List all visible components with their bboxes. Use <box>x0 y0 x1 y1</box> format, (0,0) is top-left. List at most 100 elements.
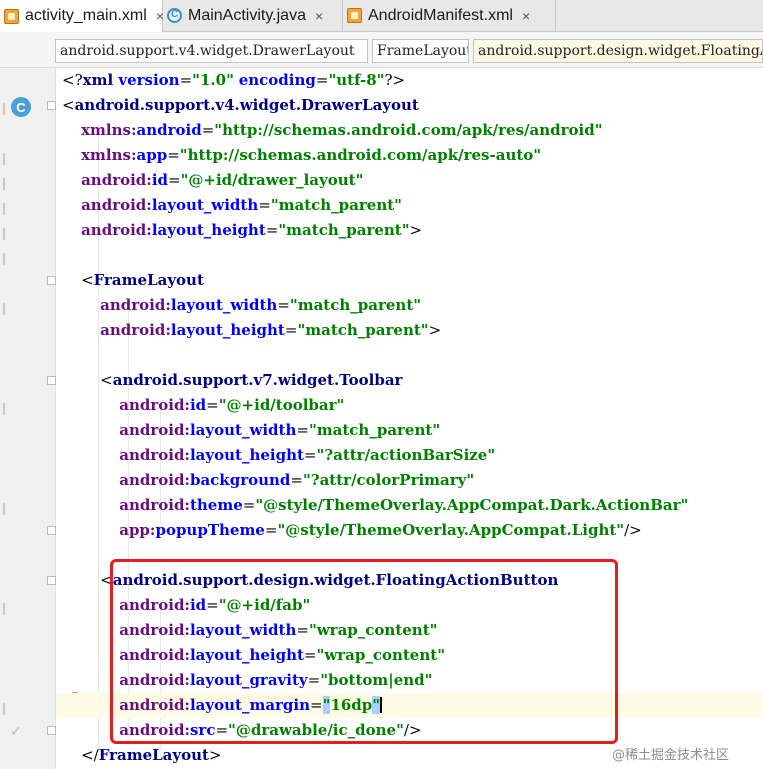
gutter-mark <box>3 703 5 715</box>
fold-marker[interactable] <box>47 526 56 535</box>
code-token-val: "@style/ThemeOverlay.AppCompat.Light" <box>277 521 625 539</box>
code-line[interactable] <box>56 343 62 368</box>
code-line[interactable]: android:layout_width="match_parent" <box>56 293 421 318</box>
code-token-pun: </ <box>62 746 99 764</box>
code-line[interactable]: android:background="?attr/colorPrimary" <box>56 468 474 493</box>
code-token-pun: < <box>62 371 113 389</box>
code-line[interactable]: </FrameLayout> <box>56 743 222 768</box>
code-line[interactable]: android:id="@+id/drawer_layout" <box>56 168 363 193</box>
code-line[interactable]: android:layout_height="match_parent"> <box>56 318 441 343</box>
java-class-icon <box>167 8 182 23</box>
code-line[interactable] <box>56 243 62 268</box>
code-token-tag: FrameLayout <box>93 271 204 289</box>
code-token-attr: layout_width <box>151 196 259 214</box>
gutter-mark <box>3 103 5 115</box>
code-token-pun <box>62 471 119 489</box>
code-line[interactable] <box>56 543 62 568</box>
gutter-mark <box>3 603 5 615</box>
breadcrumb: android.support.v4.widget.DrawerLayout F… <box>0 32 763 68</box>
code-line[interactable]: xmlns:app="http://schemas.android.com/ap… <box>56 143 541 168</box>
checkmark-icon: ✓ <box>10 724 22 740</box>
code-token-attr: android <box>136 121 202 139</box>
editor-gutter <box>0 68 56 769</box>
code-token-ns: xmlns: <box>81 121 137 139</box>
gutter-mark <box>3 503 5 515</box>
code-line[interactable]: android:layout_width="match_parent" <box>56 193 402 218</box>
gutter-mark <box>3 303 5 315</box>
code-line[interactable]: xmlns:android="http://schemas.android.co… <box>56 118 602 143</box>
tab-activity-main-xml[interactable]: activity_main.xml × <box>0 0 164 32</box>
code-token-attr: theme <box>189 496 243 514</box>
code-token-tag: android.support.v7.widget.Toolbar <box>112 371 403 389</box>
code-token-pun <box>62 496 119 514</box>
code-token-val: "?attr/actionBarSize" <box>316 446 496 464</box>
code-line[interactable]: <FrameLayout <box>56 268 204 293</box>
close-icon[interactable]: × <box>315 8 323 24</box>
close-icon[interactable]: × <box>522 8 530 24</box>
code-line[interactable]: android:theme="@style/ThemeOverlay.AppCo… <box>56 493 688 518</box>
code-token-ns: xmlns: <box>81 146 137 164</box>
fold-marker[interactable] <box>47 276 56 285</box>
code-line[interactable]: android:id="@+id/toolbar" <box>56 393 344 418</box>
code-token-pun: > <box>208 746 222 764</box>
code-token-pun: < <box>62 96 75 114</box>
code-token-pun: <? <box>62 71 83 89</box>
code-token-attr: layout_width <box>189 421 297 439</box>
code-token-pun <box>62 196 81 214</box>
code-token-pun: = <box>264 521 278 539</box>
code-token-pun: = <box>258 196 271 214</box>
code-token-val: "match_parent" <box>308 421 441 439</box>
code-token-pun <box>62 321 100 339</box>
fold-marker[interactable] <box>47 576 56 585</box>
code-token-pun: = <box>265 221 279 239</box>
code-token-tag: FrameLayout <box>98 746 209 764</box>
gutter-mark <box>3 253 5 265</box>
code-token-val: "1.0" <box>192 71 234 89</box>
watermark: @稀土掘金技术社区 <box>612 748 730 763</box>
class-marker-icon[interactable]: C <box>11 97 31 117</box>
code-line[interactable]: android:layout_width="match_parent" <box>56 418 440 443</box>
code-token-ns: android: <box>119 421 190 439</box>
code-token-val: "match_parent" <box>278 221 410 239</box>
fold-marker[interactable] <box>47 376 56 385</box>
code-token-pun: = <box>284 321 298 339</box>
code-line[interactable]: android:layout_height="match_parent"> <box>56 218 422 243</box>
code-line[interactable]: <android.support.v7.widget.Toolbar <box>56 368 402 393</box>
code-token-pun <box>62 121 81 139</box>
code-line[interactable]: <?xml version="1.0" encoding="utf-8"?> <box>56 68 405 93</box>
breadcrumb-drawerlayout[interactable]: android.support.v4.widget.DrawerLayout <box>55 39 368 63</box>
code-line[interactable]: app:popupTheme="@style/ThemeOverlay.AppC… <box>56 518 642 543</box>
tab-mainactivity-java[interactable]: MainActivity.java × <box>163 0 343 31</box>
code-token-pun: > <box>409 221 423 239</box>
code-token-val: "match_parent" <box>297 321 429 339</box>
code-token-ns: android: <box>81 196 152 214</box>
tab-label: activity_main.xml <box>25 7 147 24</box>
fold-marker[interactable] <box>47 101 56 110</box>
editor-tab-bar: activity_main.xml × MainActivity.java × … <box>0 0 763 32</box>
code-token-ns: android: <box>119 496 190 514</box>
code-token-pun: > <box>428 321 442 339</box>
xml-file-icon <box>4 8 19 24</box>
gutter-mark <box>3 153 5 165</box>
code-token-val: "match_parent" <box>289 296 422 314</box>
code-token-pun: = <box>290 471 303 489</box>
code-token-attr: popupTheme <box>155 521 265 539</box>
code-line[interactable]: android:layout_height="?attr/actionBarSi… <box>56 443 495 468</box>
code-token-pun <box>62 446 119 464</box>
code-token-attr: version <box>118 71 180 89</box>
code-token-pun: = <box>315 71 329 89</box>
code-token-ns: app: <box>119 521 156 539</box>
code-token-pun <box>62 146 81 164</box>
fold-marker[interactable] <box>47 726 56 735</box>
tab-androidmanifest-xml[interactable]: AndroidManifest.xml × <box>343 0 556 31</box>
code-line[interactable]: <android.support.v4.widget.DrawerLayout <box>56 93 419 118</box>
highlight-box <box>110 559 618 744</box>
code-token-pun: = <box>168 171 181 189</box>
breadcrumb-framelayout[interactable]: FrameLayout <box>372 39 469 63</box>
code-token-pun: = <box>296 421 309 439</box>
code-token-ns: android: <box>119 471 190 489</box>
code-token-val: "?attr/colorPrimary" <box>302 471 475 489</box>
xml-file-icon <box>347 8 362 23</box>
gutter-mark <box>3 178 5 190</box>
breadcrumb-floatingactionbutton[interactable]: android.support.design.widget.FloatingAc… <box>473 39 763 63</box>
